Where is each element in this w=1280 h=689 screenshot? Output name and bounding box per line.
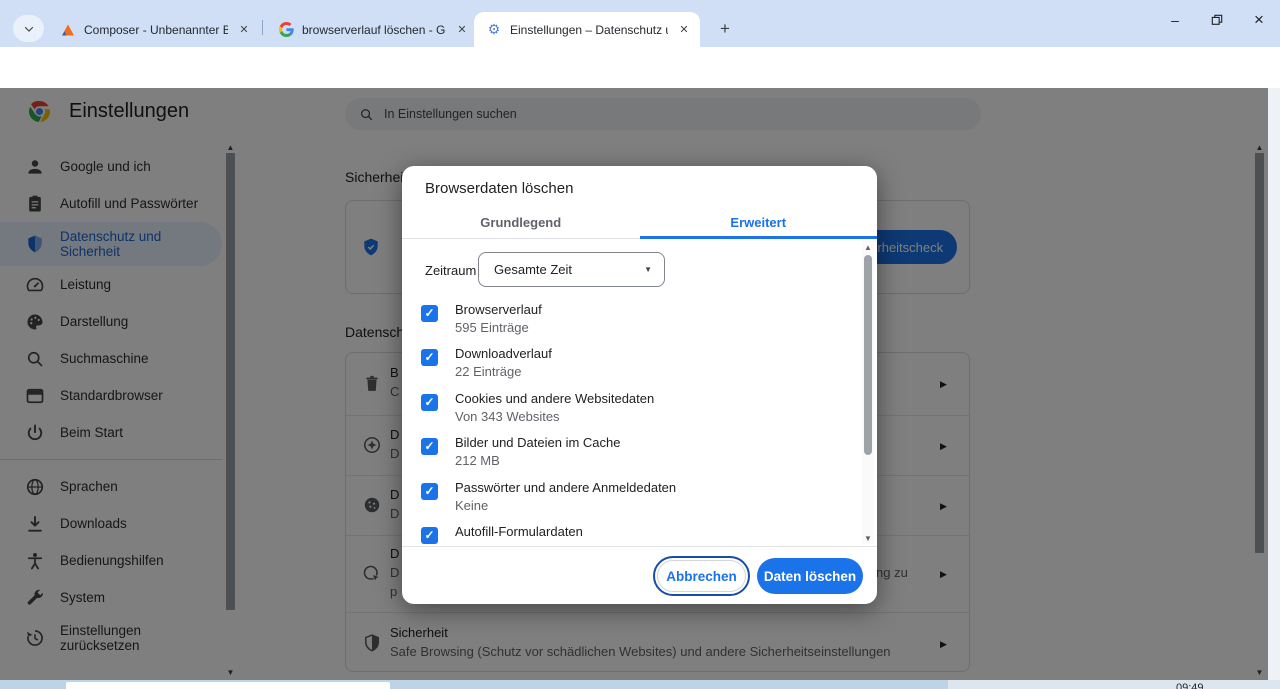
dropdown-caret-icon: ▼ [644, 265, 652, 274]
time-range-label: Zeitraum [425, 263, 476, 278]
tab-basic[interactable]: Grundlegend [402, 208, 640, 238]
time-range-value: Gesamte Zeit [494, 262, 572, 277]
item-detail: Keine [455, 498, 488, 513]
taskbar-search-box[interactable] [66, 682, 390, 689]
clear-browsing-data-dialog: Browserdaten löschen Grundlegend Erweite… [402, 166, 877, 604]
tab-settings[interactable]: ⚙ Einstellungen – Datenschutz un ✕ [474, 12, 700, 47]
tab-close-icon[interactable]: ✕ [236, 23, 252, 36]
taskbar-tray-area [948, 680, 1280, 689]
scroll-up-icon[interactable]: ▲ [862, 243, 874, 252]
checkbox-checked[interactable] [421, 438, 438, 455]
toolbar: ← → Chrome chrome://settings/clearBrowse… [0, 47, 1280, 88]
item-browsing-history[interactable]: Browserverlauf 595 Einträge [402, 302, 842, 346]
restore-button[interactable] [1196, 0, 1238, 40]
item-download-history[interactable]: Downloadverlauf 22 Einträge [402, 346, 842, 390]
scrollbar-thumb[interactable] [864, 255, 872, 455]
tab-search-button[interactable] [13, 15, 44, 42]
tab-advanced[interactable]: Erweitert [640, 208, 878, 238]
window-scroll-gutter [1268, 88, 1280, 680]
checkbox-checked[interactable] [421, 527, 438, 544]
checkbox-checked[interactable] [421, 394, 438, 411]
item-detail: 212 MB [455, 453, 500, 468]
item-label: Downloadverlauf [455, 346, 552, 361]
item-autofill[interactable]: Autofill-Formulardaten [402, 524, 842, 546]
time-range-select[interactable]: Gesamte Zeit ▼ [478, 252, 665, 287]
clear-data-button[interactable]: Daten löschen [757, 558, 863, 594]
item-label: Autofill-Formulardaten [455, 524, 583, 539]
tab-divider [262, 20, 263, 35]
item-detail: Von 343 Websites [455, 409, 560, 424]
windows-taskbar-edge: 09:49 [0, 680, 1280, 689]
tab-title: Composer - Unbenannter Beitra [84, 23, 228, 37]
tab-strip: Composer - Unbenannter Beitra ✕ browserv… [0, 0, 1280, 47]
item-passwords[interactable]: Passwörter und andere Anmeldedaten Keine [402, 480, 842, 524]
minimize-button[interactable]: – [1154, 0, 1196, 40]
tab-close-icon[interactable]: ✕ [454, 23, 470, 36]
checkbox-checked[interactable] [421, 305, 438, 322]
dialog-tabs: Grundlegend Erweitert [402, 208, 877, 239]
item-label: Passwörter und andere Anmeldedaten [455, 480, 676, 495]
google-favicon-icon [278, 22, 294, 38]
cancel-button[interactable]: Abbrechen [657, 560, 746, 592]
dialog-title: Browserdaten löschen [425, 180, 573, 197]
item-label: Cookies und andere Websitedaten [455, 391, 654, 406]
tab-close-icon[interactable]: ✕ [676, 23, 692, 36]
settings-gear-icon: ⚙ [486, 22, 502, 38]
item-label: Browserverlauf [455, 302, 542, 317]
item-cached-images[interactable]: Bilder und Dateien im Cache 212 MB [402, 435, 842, 479]
dialog-footer: Abbrechen Daten löschen [402, 546, 877, 604]
restore-icon [1211, 14, 1223, 26]
item-cookies[interactable]: Cookies und andere Websitedaten Von 343 … [402, 391, 842, 435]
settings-page: Einstellungen In Einstellungen suchen Go… [0, 88, 1280, 680]
dialog-scrollbar[interactable]: ▲ ▼ [862, 241, 874, 544]
new-tab-button[interactable]: + [712, 16, 738, 42]
item-detail: 22 Einträge [455, 364, 522, 379]
composer-favicon-icon [60, 22, 76, 38]
dialog-scroll-area: Zeitraum Gesamte Zeit ▼ Browserverlauf 5… [402, 239, 877, 546]
chevron-down-icon [23, 23, 35, 35]
checkbox-checked[interactable] [421, 483, 438, 500]
taskbar-clock: 09:49 [1176, 682, 1204, 689]
item-label: Bilder und Dateien im Cache [455, 435, 620, 450]
tab-title: Einstellungen – Datenschutz un [510, 23, 668, 37]
item-detail: 595 Einträge [455, 320, 529, 335]
browser-window: Composer - Unbenannter Beitra ✕ browserv… [0, 0, 1280, 689]
scroll-down-icon[interactable]: ▼ [862, 534, 874, 543]
checkbox-checked[interactable] [421, 349, 438, 366]
close-window-button[interactable]: × [1238, 0, 1280, 40]
window-controls: – × [1154, 0, 1280, 40]
tab-google-search[interactable]: browserverlauf löschen - Googl ✕ [266, 12, 478, 47]
tab-composer[interactable]: Composer - Unbenannter Beitra ✕ [48, 12, 260, 47]
tab-title: browserverlauf löschen - Googl [302, 23, 446, 37]
cancel-focus-ring: Abbrechen [653, 556, 750, 596]
